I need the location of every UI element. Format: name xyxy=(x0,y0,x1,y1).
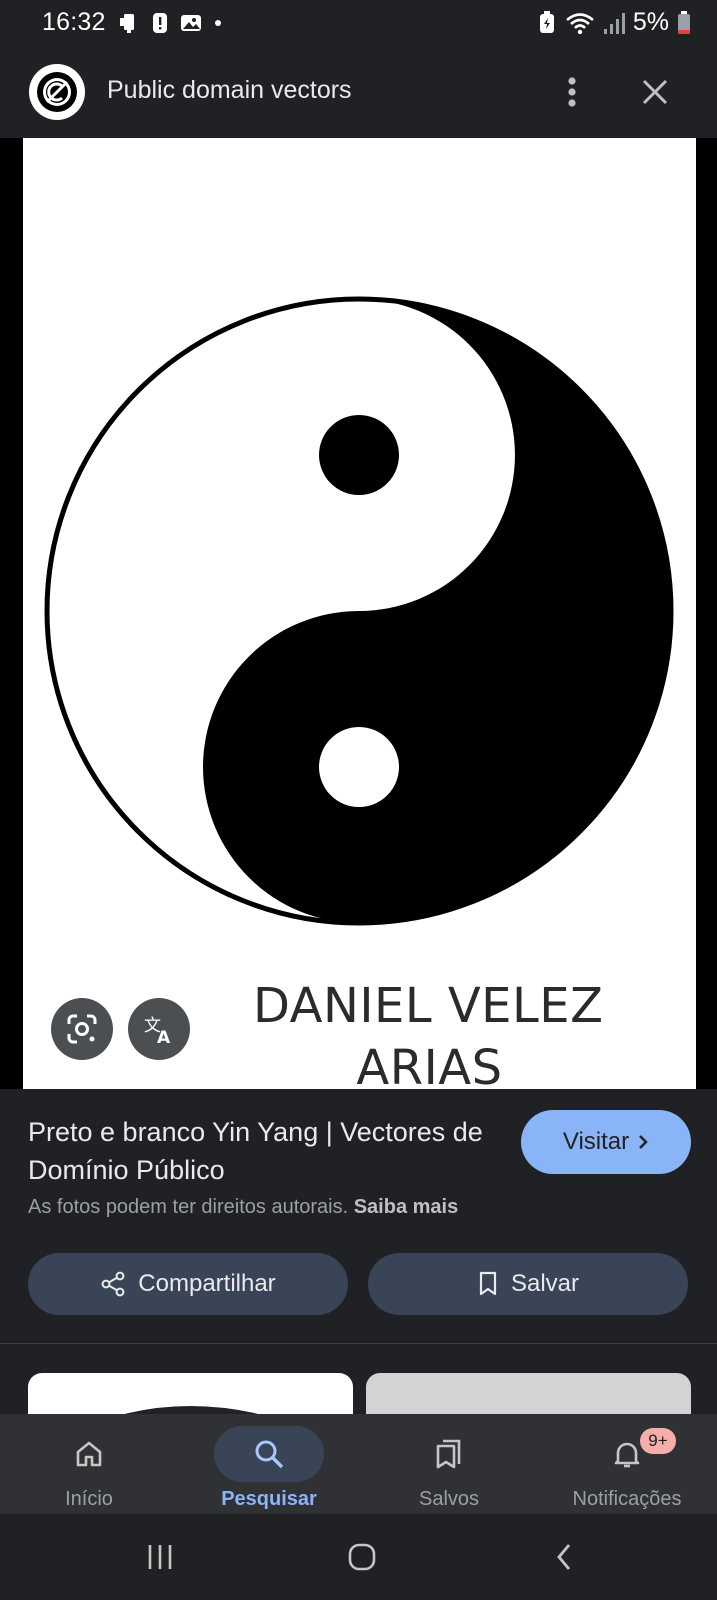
more-vert-icon[interactable] xyxy=(548,68,596,116)
bookmark-icon xyxy=(479,1271,497,1296)
battery-icon xyxy=(678,10,690,34)
status-left-icons xyxy=(118,12,221,34)
site-name[interactable]: Public domain vectors xyxy=(107,76,352,105)
share-icon xyxy=(101,1271,125,1297)
nav-item-home[interactable]: Início xyxy=(4,1414,174,1514)
learn-more-link[interactable]: Saiba mais xyxy=(354,1196,459,1218)
collections-icon xyxy=(394,1426,504,1482)
notification-badge: 9+ xyxy=(640,1428,676,1454)
yin-yang-image xyxy=(44,296,674,926)
home-icon xyxy=(34,1426,144,1482)
search-icon xyxy=(214,1426,324,1482)
bell-icon: 9+ xyxy=(572,1426,682,1482)
share-button[interactable]: Compartilhar xyxy=(28,1253,348,1315)
close-icon[interactable] xyxy=(631,68,679,116)
battery-saver-icon xyxy=(539,10,554,33)
result-title[interactable]: Preto e branco Yin Yang | Vectores de Do… xyxy=(28,1113,488,1189)
result-image[interactable]: DANIEL VELEZ ARIAS 文 A xyxy=(23,138,696,1089)
status-right: 5% xyxy=(537,8,691,37)
system-navigation-bar xyxy=(0,1514,717,1600)
recents-icon[interactable] xyxy=(130,1532,190,1582)
nav-label-search: Pesquisar xyxy=(221,1488,317,1510)
share-label: Compartilhar xyxy=(138,1270,276,1297)
status-bar: 16:32 5% xyxy=(0,0,717,46)
copyright-note: As fotos podem ter direitos autorais. Sa… xyxy=(28,1196,458,1219)
chevron-right-icon xyxy=(639,1135,648,1149)
image-viewer: DANIEL VELEZ ARIAS 文 A xyxy=(0,138,717,1089)
google-lens-icon[interactable] xyxy=(51,998,113,1060)
nav-label-saved: Salvos xyxy=(418,1488,480,1510)
nav-item-saved[interactable]: Salvos xyxy=(364,1414,534,1514)
image-caption-line2: ARIAS xyxy=(356,1040,503,1089)
svg-text:A: A xyxy=(157,1028,171,1046)
nav-item-search[interactable]: Pesquisar xyxy=(184,1414,354,1514)
bottom-navigation: Início Pesquisar Salvos 9+ Notificações xyxy=(0,1414,717,1514)
visit-label: Visitar xyxy=(562,1128,630,1155)
nav-label-notifications: Notificações xyxy=(572,1488,682,1510)
save-label: Salvar xyxy=(510,1270,580,1297)
translate-icon[interactable]: 文 A xyxy=(128,998,190,1060)
save-button[interactable]: Salvar xyxy=(368,1253,688,1315)
result-info-panel: Preto e branco Yin Yang | Vectores de Do… xyxy=(0,1089,717,1433)
phone-icon xyxy=(120,14,134,33)
status-dot xyxy=(215,20,221,26)
signal-icon xyxy=(603,12,625,34)
copyright-text: As fotos podem ter direitos autorais. xyxy=(28,1196,349,1218)
divider xyxy=(0,1343,717,1344)
gallery-icon xyxy=(181,15,201,31)
alert-icon xyxy=(153,13,167,33)
visit-button[interactable]: Visitar xyxy=(521,1110,691,1174)
public-domain-logo-icon[interactable] xyxy=(29,64,85,120)
status-time: 16:32 xyxy=(42,8,106,36)
viewer-header: Public domain vectors xyxy=(0,46,717,138)
wifi-icon xyxy=(566,12,594,34)
back-icon[interactable] xyxy=(534,1532,594,1582)
battery-percent: 5% xyxy=(632,8,669,36)
nav-item-notifications[interactable]: 9+ Notificações xyxy=(542,1414,712,1514)
nav-label-home: Início xyxy=(65,1488,113,1510)
system-home-icon[interactable] xyxy=(332,1532,392,1582)
